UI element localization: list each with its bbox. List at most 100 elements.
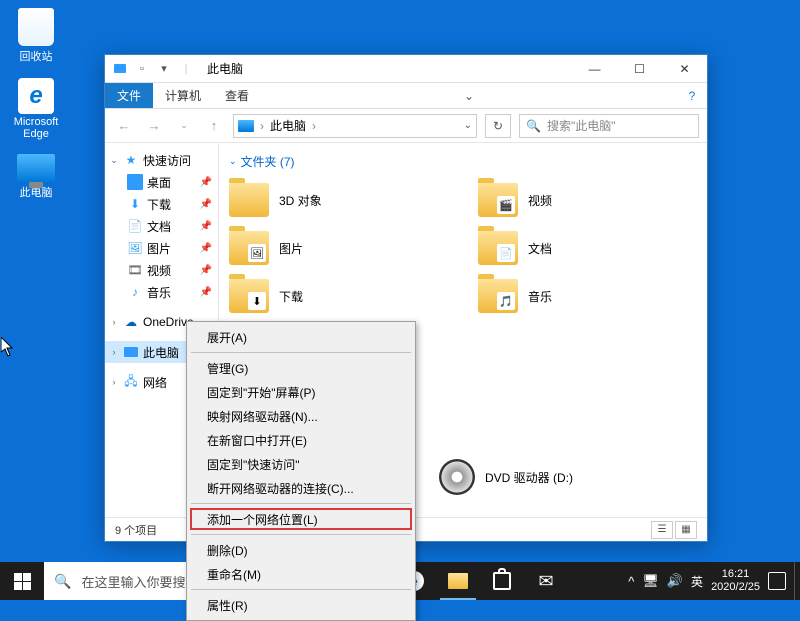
minimize-button[interactable]: —	[572, 55, 617, 83]
expand-ribbon-button[interactable]: ⌄	[454, 83, 484, 108]
close-button[interactable]: ✕	[662, 55, 707, 83]
navbar: ← → ⌄ ↑ › 此电脑 › ⌄ ↻ 🔍 搜索"此电脑"	[105, 109, 707, 143]
windows-logo-icon	[14, 573, 31, 590]
chevron-right-icon[interactable]: ›	[109, 377, 119, 387]
search-icon: 🔍	[526, 119, 541, 133]
taskbar-app-store[interactable]	[480, 562, 524, 600]
folder-item[interactable]: 3D 对象	[229, 178, 448, 222]
tree-quick-item[interactable]: ⬇下载 📌	[105, 193, 218, 215]
folder-icon: 🎬	[478, 183, 518, 217]
chevron-right-icon[interactable]: ›	[109, 347, 119, 357]
pin-icon: 📌	[200, 199, 212, 210]
breadcrumb[interactable]: 此电脑	[270, 117, 306, 134]
menu-item[interactable]: 固定到"快速访问"	[189, 452, 413, 476]
menu-item[interactable]: 属性(R)	[189, 593, 413, 617]
tree-quick-access[interactable]: ⌄ ★ 快速访问	[105, 149, 218, 171]
refresh-button[interactable]: ↻	[485, 114, 511, 138]
desktop-icon-this-pc[interactable]: 此电脑	[6, 154, 66, 200]
folder-item[interactable]: 🖼图片	[229, 226, 448, 270]
address-bar[interactable]: › 此电脑 › ⌄	[233, 114, 477, 138]
network-icon[interactable]: 🖥	[642, 573, 659, 589]
mail-icon: ✉	[538, 571, 553, 592]
drive-dvd[interactable]: DVD 驱动器 (D:)	[439, 453, 573, 501]
view-icons-button[interactable]: ▦	[675, 521, 697, 539]
menu-item[interactable]: 在新窗口中打开(E)	[189, 428, 413, 452]
quick-access-toolbar: ▫ ▾ |	[111, 60, 195, 78]
chevron-down-icon: ⌄	[229, 156, 237, 167]
label: 此电脑	[143, 344, 179, 361]
menu-item[interactable]: 删除(D)	[189, 538, 413, 562]
qat-dropdown-icon[interactable]: ▾	[155, 60, 173, 78]
tree-quick-item[interactable]: ♪音乐📌	[105, 281, 218, 303]
menu-item[interactable]: 管理(G)	[189, 356, 413, 380]
folder-item[interactable]: 📄文档	[478, 226, 697, 270]
view-details-button[interactable]: ☰	[651, 521, 673, 539]
menu-item[interactable]: 断开网络驱动器的连接(C)...	[189, 476, 413, 500]
section-header-folders[interactable]: ⌄ 文件夹 (7)	[229, 153, 697, 170]
menu-item[interactable]: 展开(A)	[189, 325, 413, 349]
label: 视频	[147, 262, 171, 279]
maximize-button[interactable]: ☐	[617, 55, 662, 83]
search-icon: 🔍	[54, 573, 71, 590]
notifications-button[interactable]	[768, 572, 786, 590]
label: Microsoft Edge	[6, 116, 66, 140]
ime-indicator[interactable]: 英	[691, 573, 703, 590]
tree-quick-item[interactable]: 📄文档📌	[105, 215, 218, 237]
show-desktop-button[interactable]	[794, 562, 800, 600]
volume-icon[interactable]: 🔊	[667, 573, 683, 589]
menu-item[interactable]: 重命名(M)	[189, 562, 413, 586]
label: 文档	[528, 240, 552, 257]
onedrive-icon: ☁	[123, 314, 139, 330]
menu-item[interactable]: 映射网络驱动器(N)...	[189, 404, 413, 428]
label: 桌面	[147, 174, 171, 191]
tab-view[interactable]: 查看	[213, 83, 261, 108]
back-button[interactable]: ←	[113, 115, 135, 137]
menu-item[interactable]: 固定到"开始"屏幕(P)	[189, 380, 413, 404]
label: 文档	[147, 218, 171, 235]
time: 16:21	[711, 568, 760, 581]
tab-computer[interactable]: 计算机	[153, 83, 213, 108]
folder-item[interactable]: ⬇下载	[229, 274, 448, 318]
qat-sep: |	[177, 60, 195, 78]
chevron-down-icon[interactable]: ⌄	[109, 155, 119, 166]
taskbar-app-mail[interactable]: ✉	[524, 562, 568, 600]
label: 视频	[528, 192, 552, 209]
help-button[interactable]: ?	[677, 83, 707, 108]
date: 2020/2/25	[711, 581, 760, 594]
label: 音乐	[147, 284, 171, 301]
desktop-icon-recycle-bin[interactable]: 回收站	[6, 8, 66, 64]
tree-quick-item[interactable]: 桌面📌	[105, 171, 218, 193]
item-count: 9 个项目	[115, 522, 157, 538]
up-button[interactable]: ↑	[203, 115, 225, 137]
label: 下载	[147, 196, 171, 213]
tray-overflow-icon[interactable]: ^	[628, 574, 634, 589]
label: 文件夹 (7)	[241, 153, 295, 170]
folder-item[interactable]: 🎵音乐	[478, 274, 697, 318]
clock[interactable]: 16:21 2020/2/25	[711, 568, 760, 594]
start-button[interactable]	[0, 562, 44, 600]
menu-item[interactable]: 添加一个网络位置(L)	[189, 507, 413, 531]
tree-quick-item[interactable]: 🖼图片📌	[105, 237, 218, 259]
dropdown-icon[interactable]: ⌄	[464, 120, 472, 131]
pic-icon: 🖼	[127, 240, 143, 256]
chevron-right-icon[interactable]: ›	[109, 317, 119, 327]
system-tray: ^ 🖥 🔊 英 16:21 2020/2/25	[620, 562, 794, 600]
network-icon: 🖧	[123, 374, 139, 390]
forward-button[interactable]: →	[143, 115, 165, 137]
search-box[interactable]: 🔍 搜索"此电脑"	[519, 114, 699, 138]
cursor-icon	[1, 337, 15, 357]
pc-icon	[238, 120, 254, 132]
star-icon: ★	[123, 152, 139, 168]
titlebar[interactable]: ▫ ▾ | 此电脑 — ☐ ✕	[105, 55, 707, 83]
taskbar-app-explorer[interactable]	[436, 562, 480, 600]
tree-quick-item[interactable]: 🎞视频📌	[105, 259, 218, 281]
dvd-icon	[439, 459, 475, 495]
tab-file[interactable]: 文件	[105, 83, 153, 108]
desktop-icon-edge[interactable]: Microsoft Edge	[6, 78, 66, 140]
folder-item[interactable]: 🎬 视频	[478, 178, 697, 222]
properties-icon[interactable]: ▫	[133, 60, 151, 78]
recent-dropdown[interactable]: ⌄	[173, 115, 195, 137]
dl-icon: ⬇	[127, 196, 143, 212]
desktop-icon	[127, 174, 143, 190]
label: DVD 驱动器 (D:)	[485, 469, 573, 486]
